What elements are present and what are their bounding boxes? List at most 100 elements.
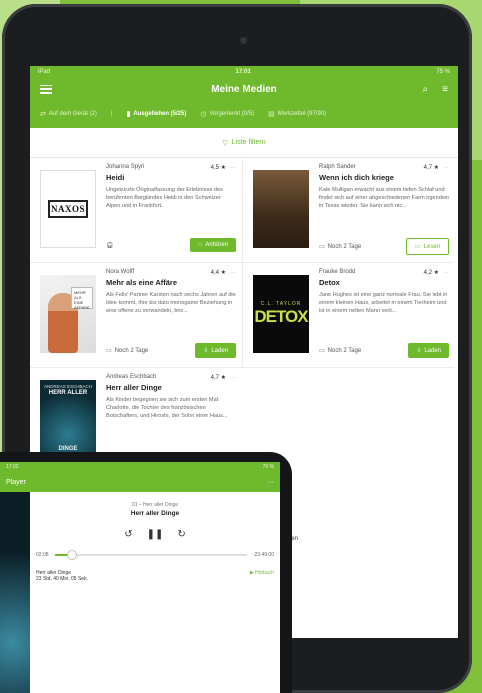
rating-value: 4,7 ★ (423, 165, 439, 171)
filter-label: Liste filtern (231, 139, 266, 146)
download-button[interactable]: ⇩ Laden (195, 343, 236, 358)
phone-status-time: 17:02 (6, 464, 19, 470)
book-title: Wenn ich dich kriege (319, 173, 394, 182)
title-row: Meine Medien ⌕ ≡ (30, 78, 458, 100)
book-title: Heidi (106, 173, 125, 182)
book-icon: ▭ (106, 348, 112, 354)
cover-subtitle: HERR ALLER (48, 390, 88, 396)
progress-row: 02:08 -23:49:00 (30, 550, 280, 560)
rewind-icon[interactable]: ↺ (124, 529, 132, 540)
book-cover: C.L. TAYLOR DETOX (253, 275, 309, 353)
download-icon: ⇩ (203, 348, 209, 354)
player-app-bar: 17:02 76 % Player ··· (0, 462, 280, 492)
chapter-row[interactable]: Herr aller Dinge 23 Std. 40 Min. 05 Sek.… (30, 570, 280, 582)
playback-controls: ↺ ❚❚ ↻ (30, 529, 280, 540)
tab-label: Vorgemerkt (0/5) (209, 111, 255, 117)
book-rating: 4,4 ★ ··· (211, 269, 236, 276)
filter-list-button[interactable]: ▽ Liste filtern (30, 128, 458, 158)
book-rating: 4,7 ★ ··· (424, 164, 449, 171)
filter-icon: ▽ (222, 139, 228, 147)
more-options-icon[interactable]: ··· (267, 479, 274, 486)
book-icon: ▭ (319, 244, 325, 250)
book-info: Johanna Spyri 4,5 ★ ··· Heidi Ungekürzte … (106, 164, 236, 228)
author-row: Nora Wolff 4,4 ★ ··· (106, 269, 236, 276)
media-card[interactable]: Ralph Sander 4,7 ★ ··· Wenn ich dich krie… (242, 158, 454, 263)
cover-title: DETOX (254, 307, 308, 326)
progress-slider[interactable] (54, 550, 247, 560)
more-options-icon[interactable]: ··· (230, 375, 236, 381)
time-elapsed: 02:08 (36, 552, 49, 558)
listen-button[interactable]: ∩ Anhören (190, 238, 236, 252)
author-row: Frauke Brodd 4,2 ★ ··· (319, 269, 449, 276)
due-indicator: ▭ Noch 2 Tage (319, 243, 362, 251)
pause-icon[interactable]: ❚❚ (147, 529, 164, 540)
book-cover: ANDREAS ESCHBACH HERR ALLER DINGE (40, 380, 96, 458)
book-info: Frauke Brodd 4,2 ★ ··· Detox Jane Hughes … (319, 269, 449, 333)
chapter-info: Herr aller Dinge 23 Std. 40 Min. 05 Sek. (36, 570, 88, 582)
player-title: Player (6, 478, 26, 486)
book-rating: 4,2 ★ ··· (424, 269, 449, 276)
button-label: Anhören (205, 242, 228, 248)
tab-divider: | (110, 111, 113, 117)
book-open-icon: ▭ (414, 244, 421, 250)
card-actions: ▭ Noch 2 Tage ⇩ Laden (106, 343, 236, 358)
media-card[interactable]: NAXOS Johanna Spyri 4,5 ★ ··· Heidi Ungek… (30, 158, 242, 263)
more-options-icon[interactable]: ··· (443, 165, 449, 171)
due-label: Noch 2 Tage (327, 243, 362, 250)
book-rating: 4,5 ★ ··· (211, 164, 236, 171)
forward-icon[interactable]: ↻ (177, 529, 185, 540)
button-label: Laden (424, 347, 441, 354)
headphones-icon: 🎧︎ (106, 242, 114, 249)
player-main: 01 – Herr aller Dinge Herr aller Dinge ↺… (30, 492, 280, 582)
cover-note: MEHR ALS EINE AFFÄRE (71, 287, 93, 310)
tab-reserved[interactable]: ◷ Vorgemerkt (0/5) (200, 110, 254, 118)
tab-borrowed[interactable]: ▮ Ausgeliehen (5/25) (126, 110, 186, 118)
book-cover: NAXOS (40, 170, 96, 248)
note-icon: ▤ (268, 111, 275, 118)
due-label: Noch 2 Tage (327, 347, 362, 354)
book-description: Kate Mulligan erwacht aus einem tiefen S… (319, 187, 449, 210)
headphones-icon: ∩ (198, 242, 203, 248)
button-label: Lesen (423, 243, 440, 250)
track-subtitle: 01 – Herr aller Dinge (131, 502, 179, 508)
time-remaining: -23:49:00 (252, 552, 274, 558)
phone-device: 17:02 76 % Player ··· 01 – Herr aller Di… (0, 452, 292, 693)
more-options-icon[interactable]: ··· (443, 270, 449, 276)
chapter-status: ▶ Hörbuch (249, 570, 274, 576)
book-title: Mehr als eine Affäre (106, 278, 177, 287)
book-author: Johanna Spyri (106, 164, 145, 170)
book-cover: MEHR ALS EINE AFFÄRE (40, 275, 96, 353)
rating-value: 4,2 ★ (423, 270, 439, 276)
book-author: Ralph Sander (319, 164, 356, 170)
media-card[interactable]: MEHR ALS EINE AFFÄRE Nora Wolff 4,4 ★ ···… (30, 263, 242, 368)
download-button[interactable]: ⇩ Laden (408, 343, 449, 358)
book-author: Nora Wolff (106, 269, 135, 275)
book-info: Nora Wolff 4,4 ★ ··· Mehr als eine Affäre… (106, 269, 236, 333)
rating-value: 4,5 ★ (210, 165, 226, 171)
phone-status-bar: 17:02 76 % (0, 462, 280, 472)
media-card[interactable]: C.L. TAYLOR DETOX Frauke Brodd 4,2 ★ ··· … (242, 263, 454, 368)
read-button[interactable]: ▭ Lesen (405, 238, 449, 255)
more-options-icon[interactable]: ··· (230, 165, 236, 171)
tab-on-device[interactable]: ⇄ Auf dem Gerät (2) (40, 110, 97, 118)
due-indicator: ▭ Noch 2 Tage (319, 347, 362, 355)
more-options-icon[interactable]: ··· (230, 270, 236, 276)
book-title: Herr aller Dinge (106, 383, 162, 392)
book-description: Als Kinder begegnen sie sich zum ersten … (106, 397, 228, 420)
tab-watchlist[interactable]: ▤ Merkzettel (97/90) (268, 110, 326, 118)
due-label: Noch 2 Tage (114, 347, 149, 354)
book-author: Frauke Brodd (319, 269, 356, 275)
card-actions: ▭ Noch 2 Tage ⇩ Laden (319, 343, 449, 358)
book-cover (253, 170, 309, 248)
page-title: Meine Medien (211, 83, 277, 95)
tab-bar: ⇄ Auf dem Gerät (2) | ▮ Ausgeliehen (5/2… (30, 100, 458, 128)
card-actions: ▭ Noch 2 Tage ▭ Lesen (319, 238, 449, 255)
book-info: Ralph Sander 4,7 ★ ··· Wenn ich dich krie… (319, 164, 449, 228)
rating-value: 4,4 ★ (210, 270, 226, 276)
progress-knob[interactable] (66, 550, 77, 560)
phone-screen: 17:02 76 % Player ··· 01 – Herr aller Di… (0, 462, 280, 693)
naxos-logo: NAXOS (48, 200, 88, 218)
camera-icon (240, 37, 247, 44)
book-author: Andreas Eschbach (106, 374, 157, 380)
book-description: Als Felix' Partner Karsten nach sechs Ja… (106, 292, 236, 315)
